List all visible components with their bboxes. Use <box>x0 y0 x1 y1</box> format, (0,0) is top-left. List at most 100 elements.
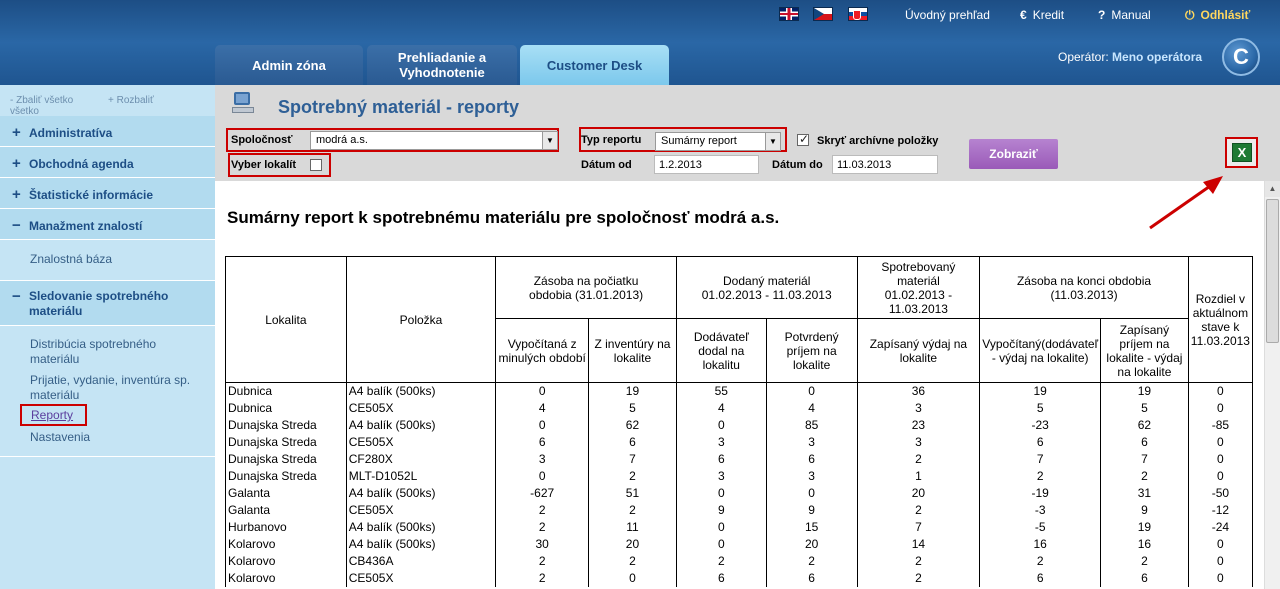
cell-item: A4 balík (500ks) <box>345 535 497 553</box>
table-row: Dunajska Streda A4 balík (500ks) 0 62 0 85 23-… <box>225 416 1254 434</box>
cell-value: 0 <box>1187 382 1254 400</box>
sidebar-item-business[interactable]: + Obchodná agenda <box>0 147 215 178</box>
cell-location: Dunajska Streda <box>225 450 347 468</box>
cell-item: A4 balík (500ks) <box>345 518 497 536</box>
manual-label: Manual <box>1111 8 1151 22</box>
scroll-up-icon[interactable]: ▲ <box>1265 181 1280 197</box>
cell-value: 7 <box>1100 450 1189 468</box>
tab-customer-desk[interactable]: Customer Desk <box>520 45 669 85</box>
table-row: Dunajska Streda CF280X 3 7 6 6 2 7 7 0 <box>225 450 1254 468</box>
report-title: Sumárny report k spotrebnému materiálu p… <box>227 208 780 227</box>
sidebar-item-consumables[interactable]: − Sledovanie spotrebného materiálu <box>0 281 215 326</box>
sidebar-item-administrativa[interactable]: + Administratíva <box>0 116 215 147</box>
report-type-select[interactable]: Sumárny report ▼ <box>655 132 781 151</box>
cell-value: 2 <box>588 467 677 485</box>
tab-admin-zone[interactable]: Admin zóna <box>215 45 363 85</box>
sidebar-item-distribution[interactable]: Distribúcia spotrebného materiálu <box>0 326 190 367</box>
cell-value: 5 <box>1100 399 1189 417</box>
cell-value: 2 <box>495 501 590 519</box>
cell-value: 3 <box>675 433 767 451</box>
location-checkbox[interactable] <box>310 159 322 171</box>
cell-value: -5 <box>979 518 1102 536</box>
cell-value: 0 <box>1187 569 1254 587</box>
credit-label: Kredit <box>1032 8 1065 22</box>
table-row: Hurbanovo A4 balík (500ks) 2 11 0 15 7 -5 19 -24 <box>225 518 1254 536</box>
cell-value: 3 <box>675 467 767 485</box>
title-bar: Spotrebný materiál - reporty <box>215 85 1280 121</box>
cell-value: 9 <box>765 501 858 519</box>
sidebar-item-statistics[interactable]: + Štatistické informácie <box>0 178 215 209</box>
table-row: Kolarovo CB436A 2 2 2 2 2 2 2 0 <box>225 552 1254 570</box>
scroll-thumb[interactable] <box>1266 199 1279 343</box>
english-flag-icon[interactable] <box>779 7 799 21</box>
collapse-all-link[interactable]: - Zbaliť všetko <box>10 95 89 106</box>
euro-icon: € <box>1020 8 1027 22</box>
cell-value: 6 <box>765 450 858 468</box>
czech-flag-icon[interactable] <box>813 7 833 21</box>
cell-item: MLT-D1052L <box>345 467 497 485</box>
cell-value: 2 <box>495 518 590 536</box>
tab-review[interactable]: Prehliadanie a Vyhodnotenie <box>367 45 517 85</box>
cell-value: 2 <box>1100 467 1189 485</box>
cell-location: Kolarovo <box>225 535 347 553</box>
col-header-recorded-issue: Zapísaný výdaj na lokalite <box>856 318 981 383</box>
sidebar-item-intake[interactable]: Prijatie, vydanie, inventúra sp. materiá… <box>0 367 200 403</box>
table-row: Kolarovo CE505X 2 0 6 6 2 6 6 0 <box>225 569 1254 587</box>
show-button[interactable]: Zobraziť <box>969 139 1058 169</box>
cell-location: Galanta <box>225 484 347 502</box>
cell-value: 31 <box>1100 484 1189 502</box>
vertical-scrollbar[interactable]: ▲ <box>1264 181 1280 589</box>
slovak-flag-icon[interactable] <box>848 7 868 21</box>
cell-item: CE505X <box>345 399 497 417</box>
cell-value: 51 <box>588 484 677 502</box>
tab-review-label: Prehliadanie a Vyhodnotenie <box>397 50 487 80</box>
company-select[interactable]: modrá a.s. ▼ <box>310 131 558 150</box>
cell-value: 7 <box>588 450 677 468</box>
cell-value: 7 <box>856 518 981 536</box>
cell-value: 7 <box>979 450 1102 468</box>
cell-value: 15 <box>765 518 858 536</box>
excel-export-button[interactable]: X <box>1225 137 1258 168</box>
cell-value: 16 <box>979 535 1102 553</box>
cell-value: 4 <box>675 399 767 417</box>
col-header-diff: Rozdiel v aktuálnom stave k 11.03.2013 <box>1187 256 1254 383</box>
sidebar-item-settings[interactable]: Nastavenia <box>0 427 215 457</box>
table-row: Galanta CE505X 2 2 9 9 2 -3 9 -12 <box>225 501 1254 519</box>
operator-info: Operátor: Meno operátora <box>1058 50 1202 64</box>
sidebar-item-reports[interactable]: Reporty <box>20 404 87 426</box>
cell-location: Dunajska Streda <box>225 416 347 434</box>
cell-value: 0 <box>495 382 590 400</box>
cell-value: 0 <box>1187 552 1254 570</box>
collapse-all-label: Zbaliť všetko <box>16 95 74 106</box>
col-header-delivered: Dodaný materiál 01.02.2013 - 11.03.2013 <box>675 256 858 319</box>
cell-value: 2 <box>495 569 590 587</box>
cell-item: CE505X <box>345 569 497 587</box>
sidebar-item-knowledge[interactable]: − Manažment znalostí <box>0 209 215 240</box>
cell-value: 0 <box>1187 467 1254 485</box>
chevron-down-icon[interactable]: ▼ <box>765 133 780 150</box>
home-overview-link[interactable]: Úvodný prehľad <box>905 8 990 22</box>
col-header-confirmed: Potvrdený príjem na lokalite <box>765 318 858 383</box>
date-from-input[interactable]: 1.2.2013 <box>654 155 759 174</box>
cell-value: 6 <box>765 569 858 587</box>
date-from-label: Dátum od <box>581 159 632 171</box>
date-to-input[interactable]: 11.03.2013 <box>832 155 938 174</box>
hide-archive-label: Skryť archívne položky <box>817 135 939 147</box>
cell-value: 36 <box>856 382 981 400</box>
chevron-down-icon[interactable]: ▼ <box>542 132 557 149</box>
cell-value: 2 <box>588 552 677 570</box>
cell-value: -85 <box>1187 416 1254 434</box>
sidebar-item-label: Štatistické informácie <box>29 188 154 202</box>
operator-name[interactable]: Meno operátora <box>1112 50 1202 64</box>
col-header-item: Položka <box>345 256 497 383</box>
hide-archive-checkbox[interactable] <box>797 132 809 146</box>
logout-link[interactable]: ⏻ Odhlásiť <box>1185 8 1250 23</box>
company-label: Spoločnosť <box>231 134 293 146</box>
cell-item: CB436A <box>345 552 497 570</box>
cell-item: CF280X <box>345 450 497 468</box>
cell-item: A4 balík (500ks) <box>345 484 497 502</box>
col-header-location: Lokalita <box>225 256 347 383</box>
sidebar-item-knowledge-base[interactable]: Znalostná báza <box>0 240 215 281</box>
manual-link[interactable]: ? Manual <box>1098 8 1151 22</box>
credit-link[interactable]: € Kredit <box>1020 8 1064 22</box>
